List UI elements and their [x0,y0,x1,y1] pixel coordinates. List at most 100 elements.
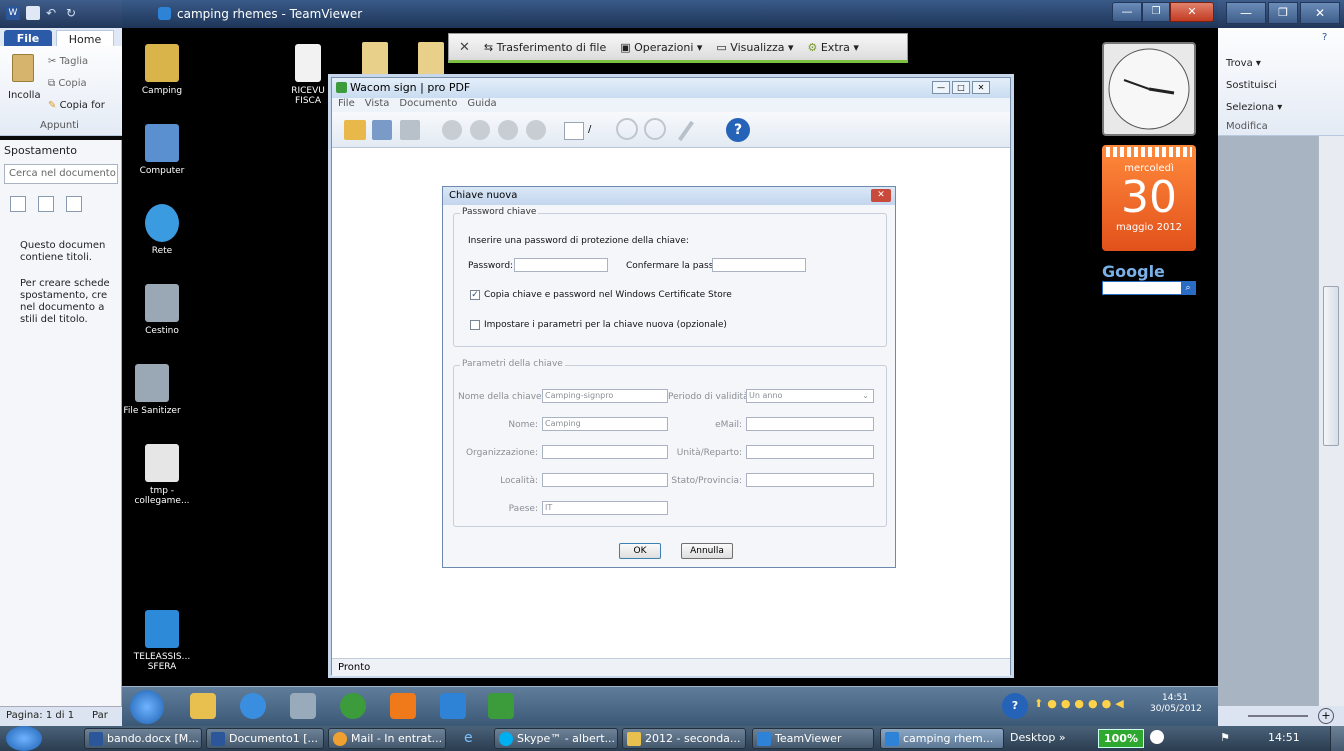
save-icon[interactable] [26,6,40,20]
paste-icon[interactable] [12,54,34,82]
set-params-checkbox[interactable] [470,320,480,330]
desktop-icon-computer[interactable]: Computer [122,124,202,176]
file-transfer-button[interactable]: ⇆ Trasferimento di file [484,41,606,54]
wacom-sign-icon[interactable] [488,693,514,719]
zoom-out-icon[interactable] [644,118,666,140]
word-close-button[interactable]: ✕ [1300,2,1340,24]
desktop-icon-camping[interactable]: Camping [122,44,202,96]
organization-input[interactable] [542,445,668,459]
tray-app-icon[interactable] [1150,730,1164,744]
tray-icons[interactable]: ⬆●●●●●◀ [1034,697,1144,717]
window-switch-icon[interactable] [290,693,316,719]
pen-icon[interactable] [678,120,694,142]
dialog-close-button[interactable]: ✕ [871,189,891,202]
paste-button[interactable]: Incolla [8,90,41,101]
view-menu[interactable]: ▭ Visualizza ▾ [716,41,793,54]
cut-button[interactable]: ✂ Taglia [48,56,88,67]
actions-menu[interactable]: ▣ Operazioni ▾ [620,41,702,54]
email-input[interactable] [746,417,874,431]
desktop-icon-file-sanitizer[interactable]: File Sanitizer [112,364,192,416]
remote-restore-button[interactable]: ❐ [1142,2,1170,22]
taskbar-item-bando[interactable]: bando.docx [M... [84,728,202,749]
confirm-password-input[interactable] [712,258,806,272]
tray-flag-icon[interactable]: ⚑ [1220,731,1230,744]
taskbar-item-teamviewer[interactable]: TeamViewer [752,728,874,749]
save-icon[interactable] [372,120,392,140]
zoom-slider[interactable] [1248,715,1308,717]
extra-menu[interactable]: ⚙ Extra ▾ [808,41,859,54]
menu-help[interactable]: Guida [467,98,496,112]
local-clock[interactable]: 14:51 [1268,731,1300,744]
remote-minimize-button[interactable]: — [1112,2,1142,22]
google-search-input[interactable]: ⌕ [1102,281,1196,295]
menu-view[interactable]: Vista [365,98,390,112]
undo-icon[interactable]: ↶ [46,6,60,20]
remote-clock[interactable]: 14:51 30/05/2012 [1150,693,1202,715]
select-button[interactable]: Seleziona ▾ [1226,102,1282,113]
open-folder-icon[interactable] [344,120,366,140]
zoom-in-icon[interactable]: + [1318,708,1334,724]
document-area[interactable] [1218,136,1318,708]
menu-document[interactable]: Documento [399,98,457,112]
copy-button[interactable]: ⧉ Copia [48,78,87,89]
taskbar-item-mail[interactable]: Mail - In entrat... [328,728,446,749]
redo-icon[interactable]: ↻ [66,6,80,20]
help-icon[interactable]: ? [1322,32,1327,43]
globe-icon[interactable] [340,693,366,719]
key-name-input[interactable]: Camping-signpro [542,389,668,403]
taskbar-item-skype[interactable]: Skype™ - albert... [494,728,618,749]
format-painter-button[interactable]: ✎ Copia for [48,100,105,111]
last-page-icon[interactable] [526,120,546,140]
battery-indicator[interactable]: 100% [1098,729,1144,748]
word-minimize-button[interactable]: — [1226,2,1266,24]
help-icon[interactable]: ? [1002,693,1028,719]
password-input[interactable] [514,258,608,272]
scrollbar-thumb[interactable] [1323,286,1339,446]
next-page-icon[interactable] [498,120,518,140]
state-input[interactable] [746,473,874,487]
explorer-icon[interactable] [190,693,216,719]
copy-to-store-checkbox[interactable]: ✓ [470,290,480,300]
help-icon[interactable]: ? [726,118,750,142]
close-icon[interactable]: ✕ [459,40,470,55]
taskbar-item-documento1[interactable]: Documento1 [... [206,728,324,749]
results-view-icon[interactable] [66,196,82,212]
teamviewer-icon[interactable] [440,693,466,719]
word-restore-button[interactable]: ❐ [1268,2,1298,24]
calendar-gadget[interactable]: mercoledì 30 maggio 2012 [1102,145,1196,251]
start-button[interactable] [6,726,42,751]
previous-page-icon[interactable] [470,120,490,140]
wacom-close-button[interactable]: ✕ [972,81,990,94]
vlc-icon[interactable] [390,693,416,719]
unit-input[interactable] [746,445,874,459]
wacom-minimize-button[interactable]: — [932,81,950,94]
cancel-button[interactable]: Annulla [681,543,733,559]
pages-view-icon[interactable] [38,196,54,212]
taskbar-item-camping-rhemes[interactable]: camping rhem... [880,728,1004,749]
wacom-maximize-button[interactable]: □ [952,81,970,94]
country-input[interactable]: IT [542,501,668,515]
print-icon[interactable] [400,120,420,140]
page-number-input[interactable] [564,122,584,140]
nav-search-input[interactable]: Cerca nel documento [4,164,118,184]
desktop-icon-ricevuta[interactable]: RICEVU FISCA [278,44,338,106]
remote-start-button[interactable] [130,690,164,724]
desktop-icon-teleassistenza[interactable]: TELEASSIS... SFERA [122,610,202,672]
find-button[interactable]: Trova ▾ [1226,58,1261,69]
menu-file[interactable]: File [338,98,355,112]
ok-button[interactable]: OK [619,543,661,559]
zoom-in-icon[interactable] [616,118,638,140]
replace-button[interactable]: Sostituisci [1226,80,1277,91]
headings-view-icon[interactable] [10,196,26,212]
vertical-scrollbar[interactable] [1318,136,1344,726]
first-page-icon[interactable] [442,120,462,140]
clock-gadget[interactable] [1102,42,1196,136]
internet-explorer-icon[interactable] [240,693,266,719]
show-desktop-button[interactable] [1330,726,1344,751]
validity-select[interactable]: Un anno ⌄ [746,389,874,403]
internet-explorer-icon[interactable]: e [464,730,482,748]
taskbar-item-2012[interactable]: 2012 - seconda... [622,728,746,749]
city-input[interactable] [542,473,668,487]
word-app-icon[interactable]: W [6,6,20,20]
desktop-toolbar[interactable]: Desktop » [1010,731,1066,744]
